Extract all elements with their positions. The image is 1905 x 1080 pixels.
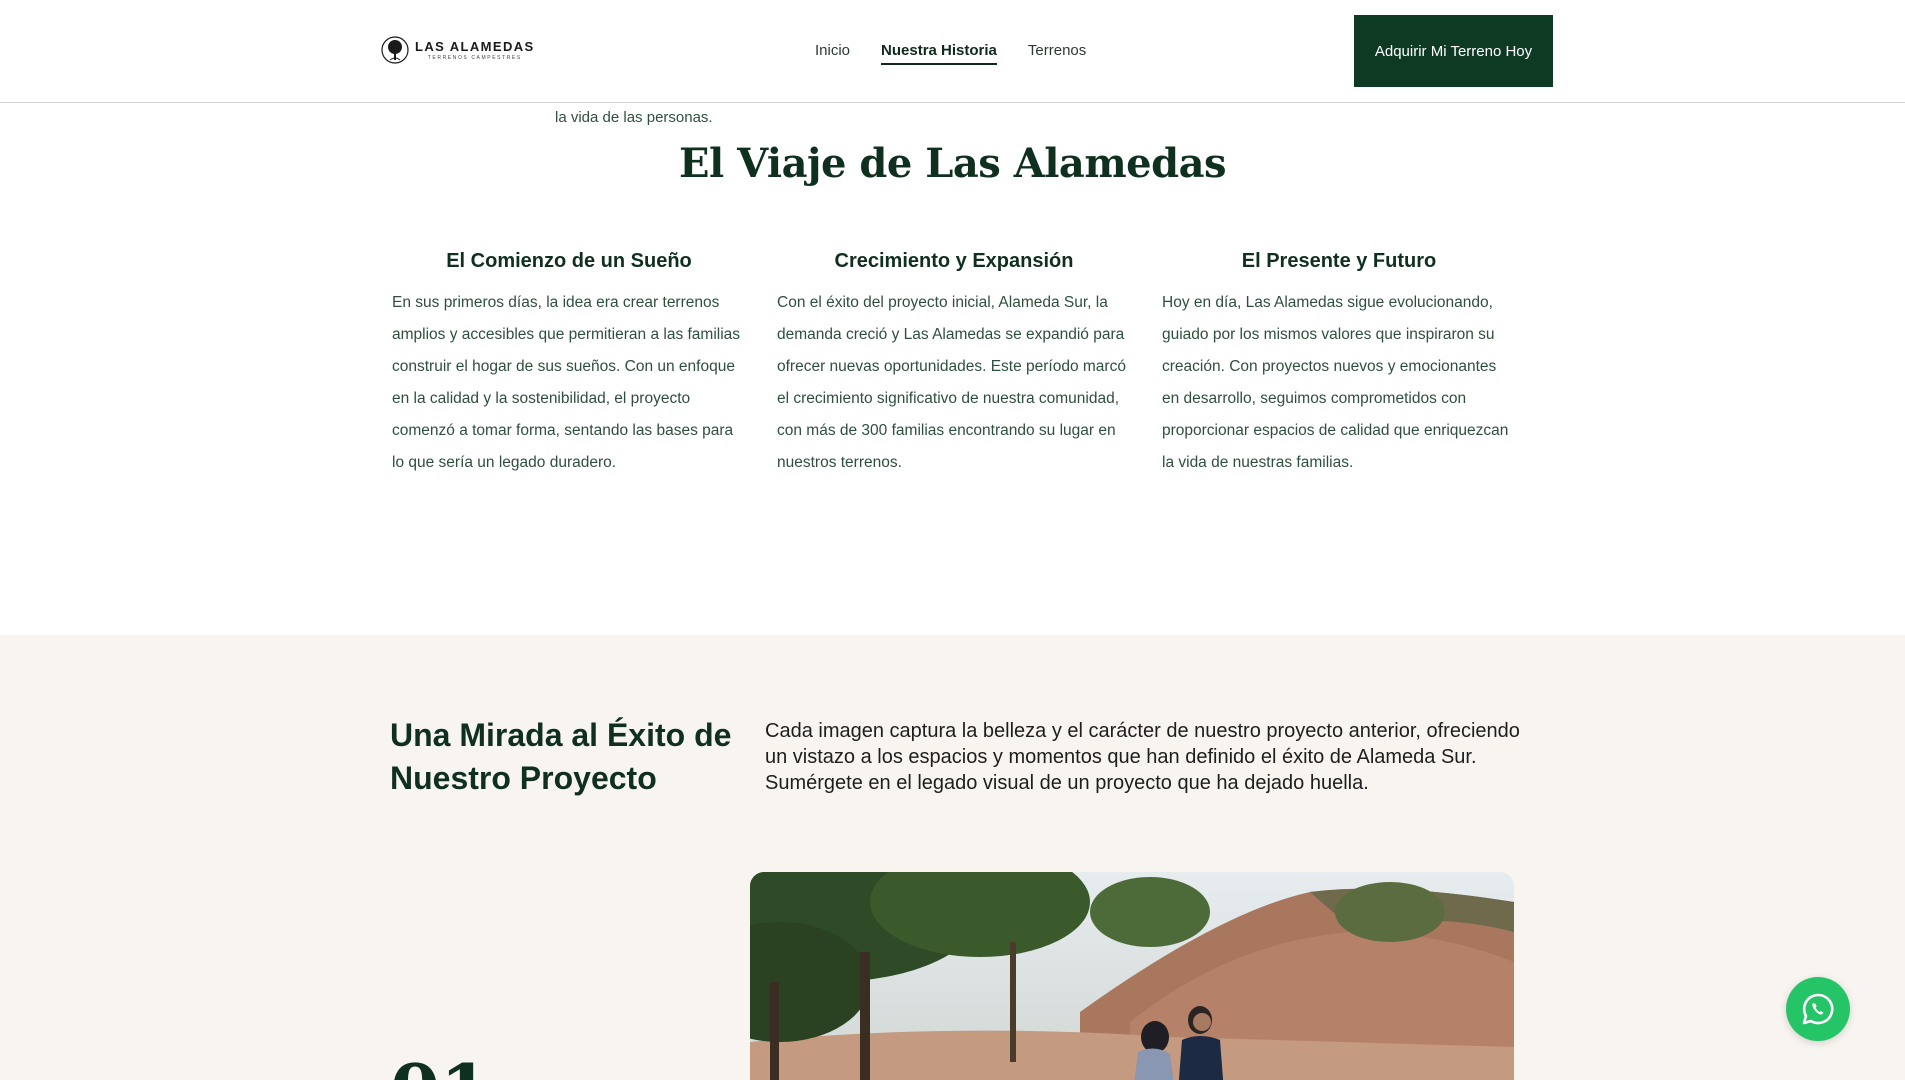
whatsapp-icon: [1802, 993, 1834, 1025]
column-body: Hoy en día, Las Alamedas sigue evolucion…: [1162, 294, 1509, 471]
intro-tail-text: la vida de las personas.: [555, 109, 713, 126]
column-body: En sus primeros días, la idea era crear …: [392, 294, 741, 471]
journey-title: El Viaje de Las Alamedas: [678, 140, 1227, 187]
journey-column-growth: Crecimiento y Expansión Con el éxito del…: [777, 250, 1131, 479]
journey-columns: El Comienzo de un Sueño En sus primeros …: [392, 250, 1516, 479]
logo-name: LAS ALAMEDAS: [415, 38, 535, 54]
gallery-section: Una Mirada al Éxito de Nuestro Proyecto …: [0, 635, 1905, 1080]
nav-item-inicio[interactable]: Inicio: [815, 42, 850, 65]
logo-subtitle: TERRENOS CAMPESTRES: [427, 54, 522, 61]
gallery-title: Una Mirada al Éxito de Nuestro Proyecto: [390, 717, 732, 796]
journey-column-beginning: El Comienzo de un Sueño En sus primeros …: [392, 250, 746, 479]
step-number: 01: [390, 1055, 490, 1080]
gallery-photo: [750, 872, 1514, 1080]
acquire-land-button[interactable]: Adquirir Mi Terreno Hoy: [1354, 15, 1553, 87]
column-heading: Crecimiento y Expansión: [834, 250, 1074, 272]
column-heading: El Presente y Futuro: [1241, 250, 1437, 272]
main-nav: Inicio Nuestra Historia Terrenos: [815, 42, 1086, 65]
column-body: Con el éxito del proyecto inicial, Alame…: [777, 294, 1126, 471]
tree-icon: [381, 36, 409, 64]
gallery-description: Cada imagen captura la belleza y el cará…: [765, 720, 1520, 794]
nav-item-terrenos[interactable]: Terrenos: [1028, 42, 1086, 65]
journey-column-present: El Presente y Futuro Hoy en día, Las Ala…: [1162, 250, 1516, 479]
site-header: LAS ALAMEDAS TERRENOS CAMPESTRES Inicio …: [0, 0, 1905, 103]
logo[interactable]: LAS ALAMEDAS TERRENOS CAMPESTRES: [381, 36, 535, 64]
column-heading: El Comienzo de un Sueño: [446, 250, 692, 272]
nav-item-nuestra-historia[interactable]: Nuestra Historia: [881, 42, 997, 65]
whatsapp-button[interactable]: [1786, 977, 1850, 1041]
